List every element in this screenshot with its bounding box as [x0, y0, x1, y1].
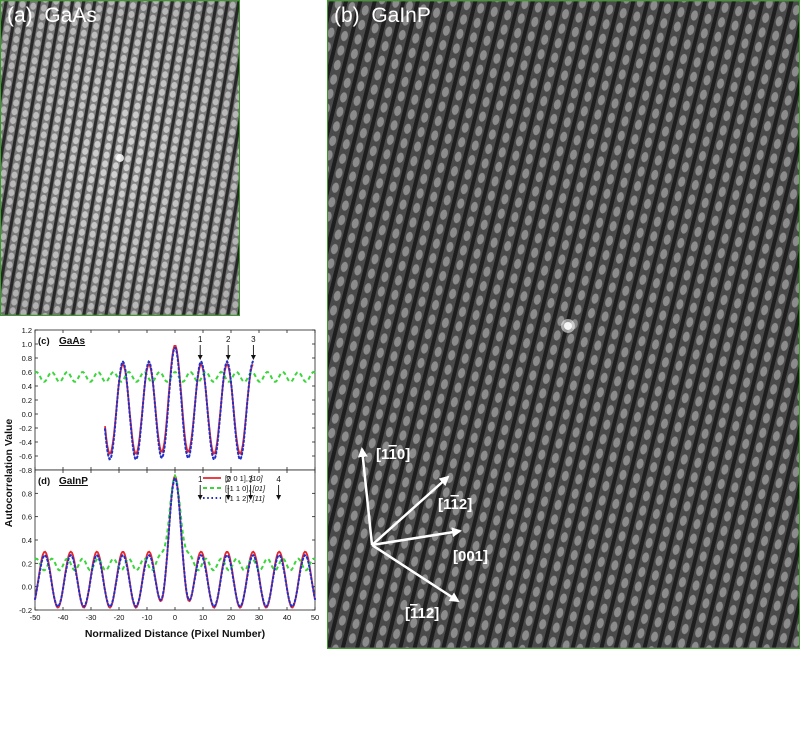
y-tick-label: 0.2	[22, 396, 32, 405]
label-1-10: [110]	[376, 446, 410, 463]
peak-marker-label: 1	[198, 475, 203, 484]
peak-marker-label: 4	[276, 475, 281, 484]
x-tick-label: -50	[30, 613, 41, 622]
plot-c-gaas: 1.2 1.0 0.8 0.6 0.4 0.2 0.0 -0.2 -0.4 -0.6 -0.8 1 2 3…	[19, 326, 316, 475]
gaas-center-spot	[116, 154, 124, 162]
y-tick-label: 0.8	[22, 489, 32, 498]
y-tick-label: -0.6	[19, 452, 32, 461]
peak-marker-label: 1	[198, 335, 203, 344]
x-tick-label: -10	[142, 613, 153, 622]
legend-entry: [-1 1 0], [01]	[225, 484, 266, 493]
x-tick-label: 20	[227, 613, 235, 622]
y-tick-label: 0.2	[22, 559, 32, 568]
y-tick-label: 0.4	[22, 382, 32, 391]
plot-frame	[34, 329, 316, 471]
gaas-lattice-image: (a) GaAs	[0, 0, 240, 316]
arrow-1-10	[357, 447, 374, 546]
chart-title: GaInP	[59, 476, 88, 487]
x-axis-label: Normalized Distance (Pixel Number)	[85, 628, 265, 640]
y-tick-label: -0.4	[19, 438, 32, 447]
y-tick-label: 0.0	[22, 410, 32, 419]
crystal-direction-arrows: [110] [112] [001] [112]	[357, 446, 488, 622]
y-tick-label: 0.6	[22, 513, 32, 522]
x-tick-label: 30	[255, 613, 263, 622]
chart-title: GaAs	[59, 336, 86, 347]
y-tick-label: 1.0	[22, 340, 32, 349]
label-1-12: [112]	[438, 496, 472, 513]
x-tick-label: -20	[114, 613, 125, 622]
y-tick-label: 0.4	[22, 536, 32, 545]
autocorrelation-plots: 1.2 1.0 0.8 0.6 0.4 0.2 0.0 -0.2 -0.4 -0.6 -0.8 1 2 3…	[3, 326, 319, 640]
x-tick-label: -30	[86, 613, 97, 622]
y-tick-label: 0.8	[22, 354, 32, 363]
y-tick-label: 0.6	[22, 368, 32, 377]
x-tick-label: 40	[283, 613, 291, 622]
x-tick-label: 0	[173, 613, 177, 622]
x-tick-label: -40	[58, 613, 69, 622]
y-tick-label: -0.8	[19, 466, 32, 475]
panel-label: (c)	[38, 336, 50, 347]
panel-b-label: (b) GaInP	[334, 4, 431, 27]
x-tick-label: 50	[311, 613, 319, 622]
legend-entry: [0 0 1], [10]	[225, 474, 263, 483]
y-tick-label: 1.2	[22, 326, 32, 335]
panel-a-label: (a) GaAs	[7, 4, 97, 27]
gainp-lattice-image: (b) GaInP [110] [112] [001] [112]	[327, 0, 800, 649]
label-001: [001]	[453, 548, 488, 565]
peak-marker-label: 2	[226, 335, 231, 344]
x-tick-label: 10	[199, 613, 207, 622]
y-axis-label: Autocorrelation Value	[3, 419, 15, 528]
plot-frame	[34, 469, 316, 611]
y-tick-label: -0.2	[19, 424, 32, 433]
plot-d-gainp: 0.80.60.40.20.0-0.2-50 -40 -30 -20 -10 0 10 20 3…	[19, 469, 319, 622]
legend-entry: [-1 1 2], [11]	[225, 494, 265, 503]
y-tick-label: 0.0	[22, 583, 32, 592]
arrow-112bar	[371, 543, 460, 603]
label-112bar: [112]	[405, 605, 439, 622]
peak-marker-label: 3	[251, 335, 256, 344]
gaas-lattice-pattern	[1, 1, 239, 315]
panel-label: (d)	[38, 476, 50, 487]
